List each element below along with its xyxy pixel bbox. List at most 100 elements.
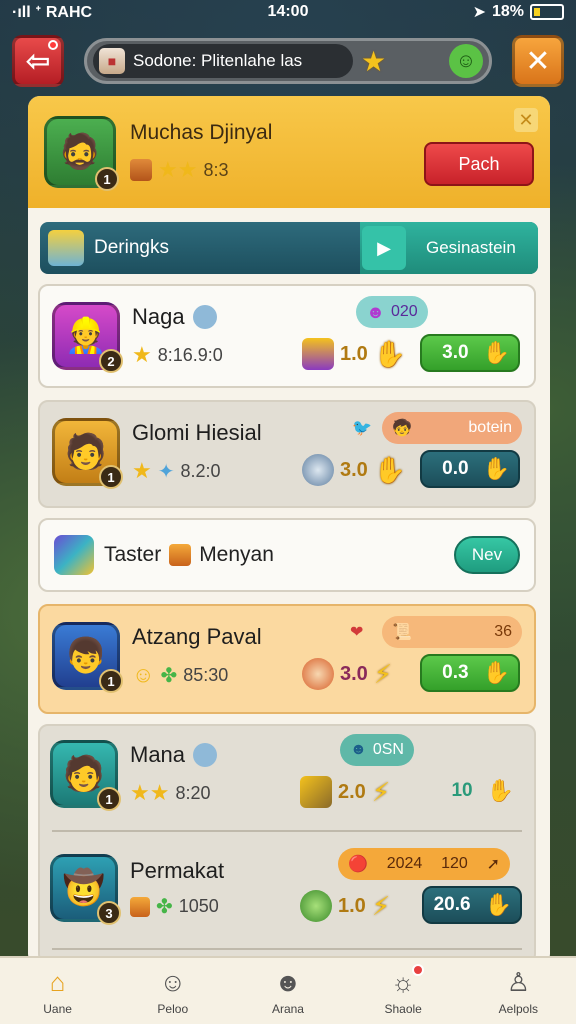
nav-item-chat[interactable]: ☺ Peloo bbox=[128, 966, 218, 1017]
hero-name: Naga bbox=[132, 304, 185, 329]
collect-value: 3.0 bbox=[442, 342, 469, 363]
portrait-icon bbox=[302, 658, 334, 690]
collect-button[interactable]: 10 ✋ bbox=[422, 772, 522, 810]
notification-dot bbox=[48, 40, 58, 50]
badge-value: 36 bbox=[494, 623, 512, 640]
tester-label: Taster bbox=[104, 543, 162, 566]
star-icon: ★ bbox=[132, 458, 152, 483]
box-icon bbox=[130, 896, 150, 917]
clover-icon: ✤ bbox=[160, 664, 178, 687]
badge-value-secondary: 120 bbox=[441, 855, 468, 872]
tester-label-secondary: Menyan bbox=[199, 543, 274, 566]
hero-portrait-icon: 👦 bbox=[64, 637, 108, 675]
collect-value: 20.6 bbox=[433, 894, 471, 915]
collect-value: 0.3 bbox=[442, 662, 469, 683]
hero-icon: ☻ bbox=[274, 966, 302, 997]
hero-name: Glomi Hiesial bbox=[132, 420, 262, 445]
nav-item-shop[interactable]: ☼ Shaole bbox=[358, 964, 448, 1016]
nav-label: Aelpols bbox=[498, 1002, 539, 1016]
face-icon: ☻ bbox=[350, 741, 367, 758]
hero-stat: 8:20 bbox=[175, 782, 211, 803]
list-item[interactable]: 🤠 3 Permakat ✤ 1050 🔴 2024 120 ➚ 1.0 ⚡ 20… bbox=[38, 838, 536, 948]
collect-button[interactable]: 3.0 ✋ bbox=[420, 334, 520, 372]
notification-dot bbox=[412, 964, 425, 976]
nav-item-hero[interactable]: ☻ Arana bbox=[243, 966, 333, 1017]
hero-avatar: 🧑 1 bbox=[52, 418, 123, 489]
collect-button[interactable]: 0.0 ✋ bbox=[420, 450, 520, 488]
collect-button[interactable]: 0.3 ✋ bbox=[420, 654, 520, 692]
badge-value: botein bbox=[468, 419, 512, 436]
location-icon: ➤ bbox=[472, 4, 486, 21]
battery-icon bbox=[530, 4, 564, 20]
collect-value: 10 bbox=[451, 780, 473, 801]
star-icon: ★★ bbox=[130, 780, 170, 805]
item-count: 3.0 bbox=[340, 662, 368, 685]
badge-value: 020 bbox=[390, 303, 418, 320]
back-button[interactable]: ⇦ bbox=[12, 35, 64, 87]
nav-item-home[interactable]: ⌂ Uane bbox=[13, 966, 103, 1017]
section-tab[interactable]: ▶ Gesinastein bbox=[360, 222, 538, 274]
nav-item-profile[interactable]: ♙ Aelpols bbox=[473, 966, 563, 1017]
hero-stat: 8:16.9:0 bbox=[157, 344, 223, 365]
player-stat: 8:3 bbox=[203, 159, 229, 180]
back-arrow-icon: ⇦ bbox=[25, 44, 51, 78]
section-bar: Deringks ▶ Gesinastein bbox=[40, 222, 538, 274]
status-badge: 🧒 botein bbox=[382, 412, 522, 444]
orb-icon bbox=[302, 454, 334, 486]
hero-stat: 85:30 bbox=[183, 664, 229, 685]
chat-icon: ☺ bbox=[159, 966, 187, 997]
badge-value: 0SN bbox=[372, 741, 404, 758]
search-pill[interactable]: ■ Sodone: Plitenlahe las ★ ☺ bbox=[84, 38, 492, 84]
nav-label: Peloo bbox=[157, 1002, 189, 1016]
level-badge: 3 bbox=[97, 901, 121, 925]
hand-icon: ✋ bbox=[484, 892, 512, 917]
hero-portrait-icon: 👷 bbox=[64, 317, 108, 355]
status-badge: ☻ 0SN bbox=[340, 734, 414, 766]
bottom-nav: ⌂ Uane ☺ Peloo ☻ Arana ☼ Shaole ♙ Aelpol… bbox=[0, 956, 576, 1024]
section-tab-label: Gesinastein bbox=[426, 238, 516, 257]
new-button[interactable]: Nev bbox=[454, 536, 520, 574]
main-panel: 🧔 1 Muchas Djinyal ★★ 8:3 Pach ✕ Deringk… bbox=[28, 96, 550, 966]
status-bar: ·ıll ᐩ RAHC 14:00 ➤ 18% bbox=[0, 0, 576, 24]
star-icon: ★★ bbox=[158, 157, 198, 182]
search-field[interactable]: ■ Sodone: Plitenlahe las bbox=[93, 44, 353, 78]
list-item[interactable]: 🧑 1 Glomi Hiesial ★ ✦ 8.2:0 🐦 🧒 botein 3.0… bbox=[38, 400, 536, 508]
tester-row[interactable]: Taster Menyan Nev bbox=[38, 518, 536, 592]
box-icon bbox=[169, 544, 192, 566]
badge-value: 2024 bbox=[386, 855, 423, 872]
list-item[interactable]: 👷 2 Naga ★ 8:16.9:0 ☻ 020 1.0 ✋ 3.0 ✋ bbox=[38, 284, 536, 388]
hero-name: Permakat bbox=[130, 858, 225, 883]
hero-portrait-icon: 🧑 bbox=[64, 433, 108, 471]
ticket-icon bbox=[300, 776, 332, 808]
close-icon[interactable]: ✕ bbox=[514, 108, 538, 132]
cube-icon: ■ bbox=[99, 48, 125, 74]
list-item[interactable]: 🧑 1 Mana ★★ 8:20 ☻ 0SN 2.0 ⚡ 10 ✋ bbox=[38, 724, 536, 834]
play-icon[interactable]: ▶ bbox=[362, 226, 406, 270]
status-badge: 🔴 2024 120 ➚ bbox=[338, 848, 510, 880]
tools-icon bbox=[48, 230, 84, 266]
portrait-icon: 🧒 bbox=[392, 420, 412, 437]
signal-carrier: ·ıll ᐩ RAHC bbox=[12, 4, 93, 21]
list-item[interactable]: 👦 1 Atzang Paval ☺ ✤ 85:30 ❤ 📜 36 3.0 ⚡ 0.… bbox=[38, 604, 536, 714]
item-icon bbox=[302, 338, 334, 370]
nav-label: Arana bbox=[271, 1002, 304, 1016]
face-icon: ☻ bbox=[366, 301, 385, 322]
status-badge: 📜 36 bbox=[382, 616, 522, 648]
cube-icon bbox=[130, 159, 152, 181]
close-button[interactable]: ✕ bbox=[512, 35, 564, 87]
smile-icon[interactable]: ☺ bbox=[449, 44, 483, 78]
ball-icon: 🔴 bbox=[348, 856, 368, 873]
item-count: 1.0 bbox=[338, 894, 366, 917]
hand-icon: ✋ bbox=[482, 660, 510, 685]
player-avatar[interactable]: 🧔 1 bbox=[44, 116, 119, 191]
star-icon: ★ bbox=[361, 45, 387, 77]
push-button[interactable]: Pach bbox=[424, 142, 534, 186]
hero-stat: 8.2:0 bbox=[180, 460, 221, 481]
panel-header: 🧔 1 Muchas Djinyal ★★ 8:3 Pach ✕ bbox=[28, 96, 550, 208]
hero-avatar: 👷 2 bbox=[52, 302, 123, 373]
smile-icon: ☺ bbox=[132, 662, 155, 687]
collect-button[interactable]: 20.6 ✋ bbox=[422, 886, 522, 924]
nav-label: Uane bbox=[43, 1002, 72, 1016]
player-name: Muchas Djinyal bbox=[130, 121, 273, 144]
level-badge: 1 bbox=[99, 669, 123, 693]
